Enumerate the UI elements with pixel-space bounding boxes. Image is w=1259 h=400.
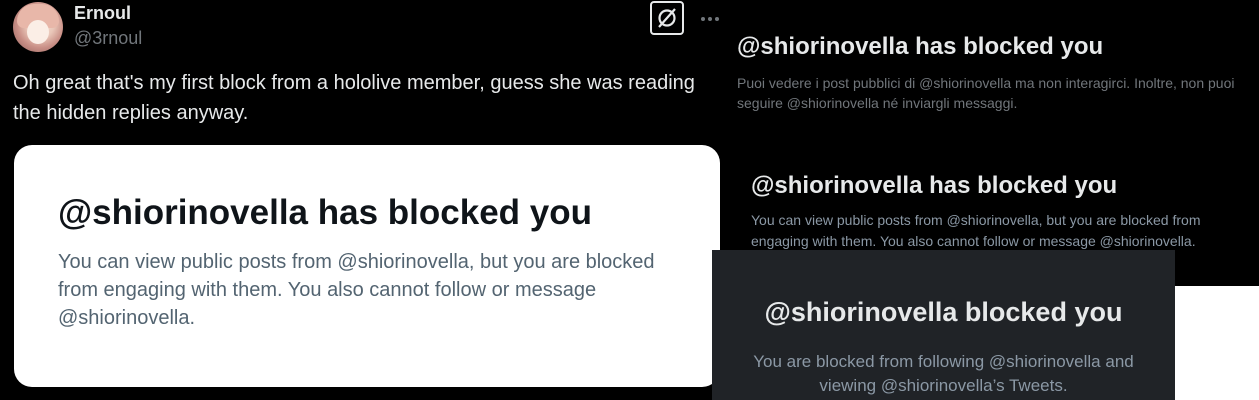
blocked-description: You can view public posts from @shiorino… xyxy=(751,212,1201,249)
more-options-button[interactable] xyxy=(699,8,721,30)
user-handle[interactable]: @3rnoul xyxy=(74,28,142,49)
blocked-description: You are blocked from following @shiorino… xyxy=(753,352,1134,395)
grok-button[interactable] xyxy=(650,1,684,35)
display-name[interactable]: Ernoul xyxy=(74,3,131,24)
more-horizontal-icon xyxy=(701,17,719,21)
grok-icon xyxy=(658,8,676,28)
tweet: Ernoul @3rnoul Oh great that's my first … xyxy=(0,0,736,400)
blocked-title: @shiorinovella has blocked you xyxy=(737,33,1104,60)
tweet-text: Oh great that's my first block from a ho… xyxy=(13,72,695,124)
blocked-card-light: @shiorinovella has blocked you You can v… xyxy=(14,145,720,387)
blocked-title: @shiorinovella blocked you xyxy=(764,297,1123,327)
blocked-title: @shiorinovella has blocked you xyxy=(58,193,592,232)
screenshot-collage: Ernoul @3rnoul Oh great that's my first … xyxy=(0,0,1259,400)
avatar-face xyxy=(27,20,49,44)
blocked-card-old: @shiorinovella blocked you You are block… xyxy=(712,250,1175,400)
blocked-title: @shiorinovella has blocked you xyxy=(751,172,1118,199)
blocked-description: Puoi vedere i post pubblici di @shiorino… xyxy=(737,75,1235,111)
avatar[interactable] xyxy=(13,2,63,52)
blocked-description: You can view public posts from @shiorino… xyxy=(58,251,655,329)
blocked-card-italian: @shiorinovella has blocked you Puoi vede… xyxy=(720,0,1259,140)
